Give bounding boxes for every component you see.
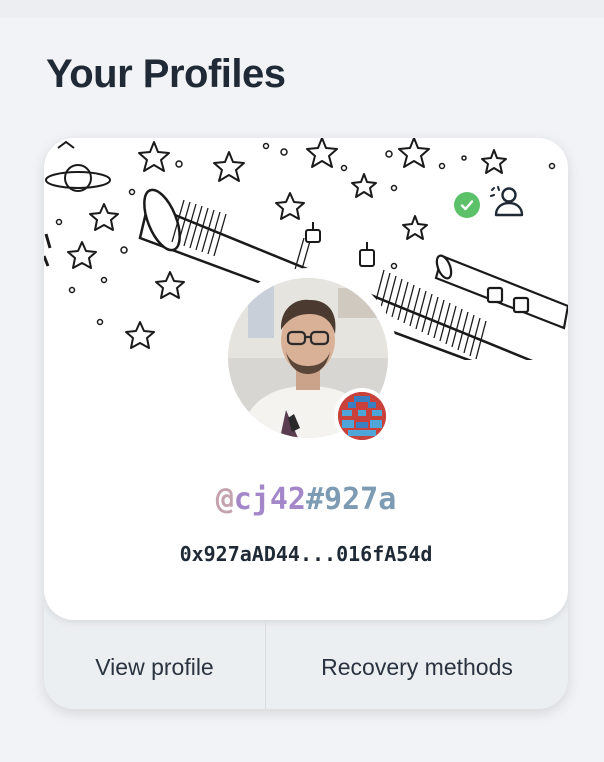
page-title: Your Profiles: [46, 52, 286, 96]
handle-at: @: [215, 482, 234, 517]
check-circle-icon: [454, 191, 480, 218]
status-icons: [454, 186, 524, 223]
handle-tag: #927a: [306, 482, 397, 517]
recovery-methods-button[interactable]: Recovery methods: [266, 620, 568, 709]
view-profile-button[interactable]: View profile: [44, 620, 266, 709]
profiles-page: Your Profiles @cj42#927a 0x927aAD44...01…: [0, 0, 604, 762]
profile-handle: @cj42#927a: [44, 482, 568, 517]
profile-actions: View profile Recovery methods: [44, 620, 568, 709]
wallet-address: 0x927aAD44...016fA54d: [179, 542, 433, 566]
pixel-badge: [334, 388, 390, 444]
pixel-art-badge-icon: [338, 392, 386, 440]
user-recovery-icon[interactable]: [490, 186, 524, 223]
profile-card: @cj42#927a 0x927aAD44...016fA54d View pr…: [44, 138, 568, 709]
handle-name: cj42: [233, 482, 306, 517]
top-bar: [0, 0, 604, 18]
profile-card-main[interactable]: @cj42#927a 0x927aAD44...016fA54d: [44, 138, 568, 620]
